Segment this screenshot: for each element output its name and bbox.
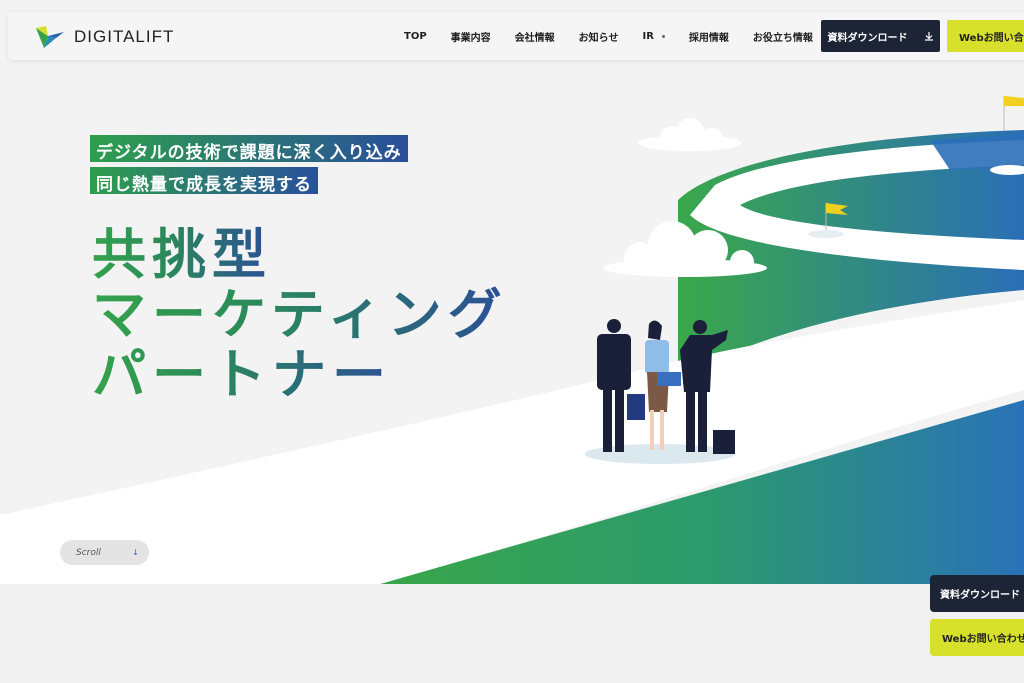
bird-logo-icon xyxy=(36,26,64,48)
tagline-1: デジタルの技術で課題に深く入り込み xyxy=(90,135,408,163)
floating-download-button[interactable]: 資料ダウンロード xyxy=(930,575,1024,612)
scroll-button[interactable]: Scroll ↓ xyxy=(60,540,149,565)
nav-resources[interactable]: お役立ち情報 xyxy=(753,29,824,44)
floating-contact-button[interactable]: Webお問い合わせ xyxy=(930,619,1024,656)
main-nav: TOP 事業内容 会社情報 お知らせ IR 採用情報 お役立ち情報 xyxy=(404,12,848,60)
arrow-down-icon: ↓ xyxy=(132,548,139,557)
headline-line-2: マーケティング xyxy=(92,283,508,346)
site-header: DIGITALIFT TOP 事業内容 会社情報 お知らせ IR 採用情報 お役… xyxy=(8,12,1024,60)
contact-button[interactable]: Webお問い合わせ xyxy=(947,20,1024,52)
nav-ir-label: IR xyxy=(642,30,654,42)
download-icon xyxy=(924,32,933,41)
nav-business[interactable]: 事業内容 xyxy=(451,29,491,44)
headline-line-3: パートナー xyxy=(92,343,392,406)
download-button[interactable]: 資料ダウンロード xyxy=(821,20,940,52)
nav-resources-label: お役立ち情報 xyxy=(752,32,813,44)
dropdown-dot-icon xyxy=(661,34,665,38)
nav-company[interactable]: 会社情報 xyxy=(515,29,555,44)
logo-text: DIGITALIFT xyxy=(74,27,175,46)
download-label: 資料ダウンロード xyxy=(827,32,908,44)
nav-top[interactable]: TOP xyxy=(404,31,427,42)
nav-news[interactable]: お知らせ xyxy=(579,29,619,44)
nav-recruit[interactable]: 採用情報 xyxy=(689,29,729,44)
next-section xyxy=(0,584,1024,683)
logo[interactable]: DIGITALIFT xyxy=(34,24,174,50)
scroll-label: Scroll xyxy=(76,547,101,558)
headline-line-1: 共挑型 xyxy=(92,223,272,286)
nav-ir[interactable]: IR xyxy=(642,30,665,42)
tagline-2: 同じ熱量で成長を実現する xyxy=(90,167,318,195)
